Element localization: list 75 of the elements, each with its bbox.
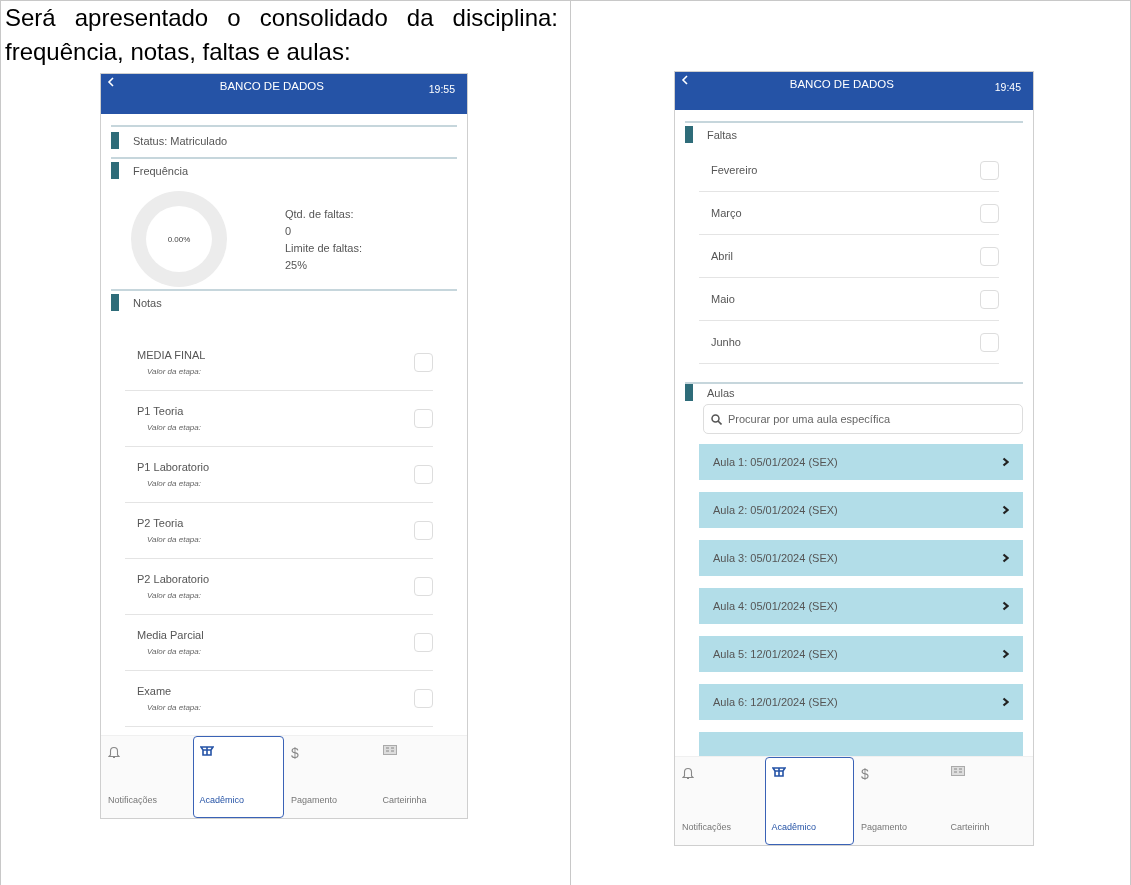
chevron-right-icon xyxy=(1002,505,1009,515)
checkbox[interactable] xyxy=(980,332,999,352)
graduation-cap-icon xyxy=(199,745,214,757)
item-name: P2 Teoria xyxy=(137,517,185,529)
item-name: Fevereiro xyxy=(711,164,759,176)
item-caption: Valor da etapa: xyxy=(147,479,202,488)
nav-tab[interactable]: Acadêmico xyxy=(764,757,854,845)
item-caption: Valor da etapa: xyxy=(147,423,202,432)
item-name: MEDIA FINAL xyxy=(137,349,207,361)
item-caption: Valor da etapa: xyxy=(147,591,202,600)
item-caption: Valor da etapa: xyxy=(147,367,202,376)
item-name: P1 Teoria xyxy=(137,405,185,417)
item-name: Media Parcial xyxy=(137,629,205,641)
lesson-row[interactable]: Aula 6: 12/01/2024 (SEX) xyxy=(699,684,1023,720)
section-marker xyxy=(111,131,119,149)
back-icon[interactable] xyxy=(681,75,689,85)
item-name: P1 Laboratorio xyxy=(137,461,211,473)
nav-tab[interactable]: Acadêmico xyxy=(192,736,284,818)
item-caption: Valor da etapa: xyxy=(147,647,202,656)
screen-title: BANCO DE DADOS xyxy=(788,78,895,90)
checkbox[interactable] xyxy=(980,203,999,223)
section-marker xyxy=(111,161,119,179)
item-name: Junho xyxy=(711,336,742,348)
lesson-row[interactable]: Aula 3: 05/01/2024 (SEX) xyxy=(699,540,1023,576)
chevron-right-icon xyxy=(1002,457,1009,467)
checkbox[interactable] xyxy=(414,577,433,596)
checkbox[interactable] xyxy=(414,465,433,484)
donut-percentage: 0.00% xyxy=(167,234,191,244)
back-icon[interactable] xyxy=(107,77,115,87)
checkbox[interactable] xyxy=(414,409,433,428)
section-marker xyxy=(685,383,693,401)
lesson-row[interactable]: Aula 2: 05/01/2024 (SEX) xyxy=(699,492,1023,528)
checkbox[interactable] xyxy=(414,633,433,652)
stat-label: Qtd. de faltas: xyxy=(285,207,355,220)
section-title: Faltas xyxy=(707,129,737,141)
item-name: Abril xyxy=(711,250,734,262)
section-title: Status: Matriculado xyxy=(133,135,228,147)
chevron-right-icon xyxy=(1002,697,1009,707)
intro-paragraph: Será apresentado o consolidado da disciplina: frequência, notas, faltas e aulas: xyxy=(5,3,558,67)
lesson-row[interactable]: Aula 5: 12/01/2024 (SEX) xyxy=(699,636,1023,672)
section-marker xyxy=(685,125,693,143)
section-marker xyxy=(111,293,119,311)
checkbox[interactable] xyxy=(414,689,433,708)
id-card-icon xyxy=(382,745,397,755)
lesson-row[interactable]: Aula 1: 05/01/2024 (SEX) xyxy=(699,444,1023,480)
stat-label: Limite de faltas: xyxy=(285,241,363,254)
screen-title: BANCO DE DADOS xyxy=(218,80,325,92)
item-name: Março xyxy=(711,207,743,219)
checkbox[interactable] xyxy=(980,160,999,180)
id-card-icon xyxy=(950,766,965,776)
checkbox[interactable] xyxy=(980,246,999,266)
clock-time: 19:55 xyxy=(428,83,455,95)
lesson-row[interactable]: Aula 4: 05/01/2024 (SEX) xyxy=(699,588,1023,624)
chevron-right-icon xyxy=(1002,601,1009,611)
item-name: Exame xyxy=(137,685,173,697)
graduation-cap-icon xyxy=(771,766,786,778)
clock-time: 19:45 xyxy=(994,81,1021,93)
item-name: P2 Laboratorio xyxy=(137,573,211,585)
section-title: Frequência xyxy=(133,165,189,177)
item-caption: Valor da etapa: xyxy=(147,703,202,712)
item-caption: Valor da etapa: xyxy=(147,535,202,544)
chevron-right-icon xyxy=(1002,553,1009,563)
section-title: Aulas xyxy=(707,387,735,399)
checkbox[interactable] xyxy=(980,289,999,309)
checkbox[interactable] xyxy=(414,353,433,372)
bell-icon xyxy=(682,766,694,780)
section-title: Notas xyxy=(133,297,162,309)
chevron-right-icon xyxy=(1002,649,1009,659)
search-icon xyxy=(711,414,722,425)
item-name: Maio xyxy=(711,293,736,305)
bell-icon xyxy=(108,745,120,759)
checkbox[interactable] xyxy=(414,521,433,540)
search-field[interactable]: Procurar por uma aula específica xyxy=(703,404,1023,434)
stat-value: 0 xyxy=(285,224,293,237)
stat-value: 25% xyxy=(285,258,309,271)
